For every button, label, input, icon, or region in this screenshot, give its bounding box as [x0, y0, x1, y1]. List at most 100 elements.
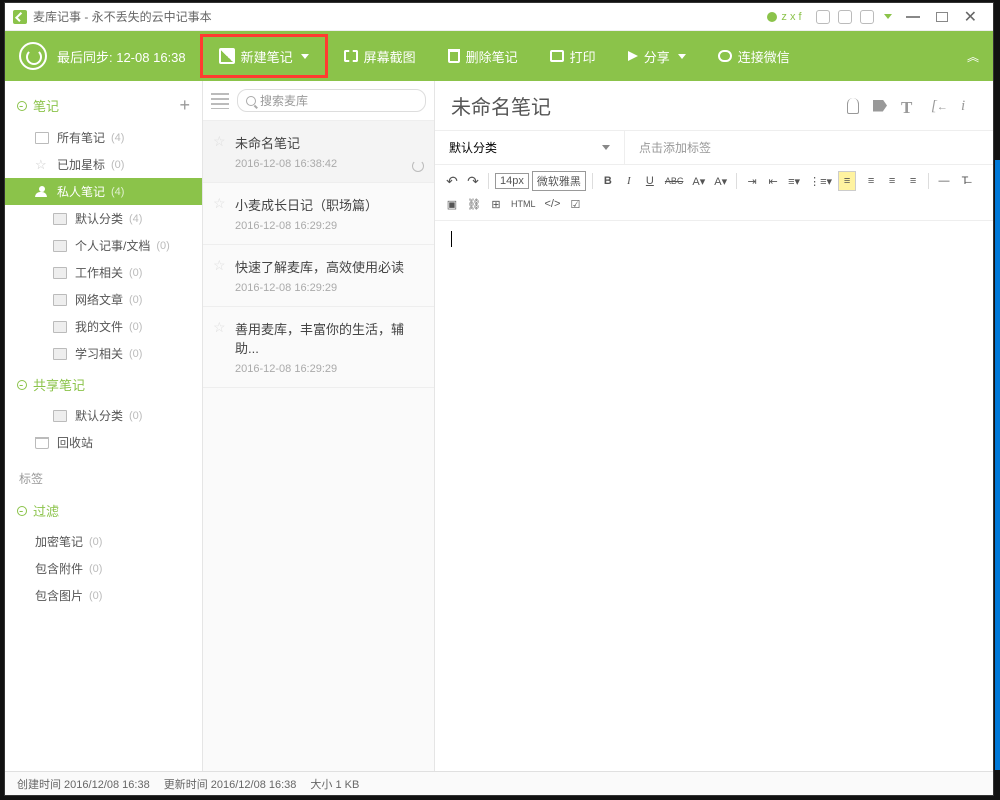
folder-icon [53, 240, 67, 252]
font-size-select[interactable]: 14px [495, 173, 529, 189]
image-button[interactable]: ▣ [443, 194, 461, 214]
code-button[interactable]: </> [541, 194, 563, 214]
sidebar-filter[interactable]: 包含附件(0) [5, 555, 202, 582]
align-right-button[interactable]: ≡ [904, 171, 922, 191]
checkbox-button[interactable]: ☑ [566, 194, 584, 214]
italic-button[interactable]: I [620, 171, 638, 191]
unordered-list-button[interactable]: ⋮≡▾ [806, 171, 835, 191]
delete-note-button[interactable]: 删除笔记 [432, 31, 534, 81]
sidebar-folder[interactable]: 我的文件(0) [5, 313, 202, 340]
refresh-icon[interactable] [412, 160, 424, 172]
underline-button[interactable]: U [641, 171, 659, 191]
sidebar-recycle[interactable]: 回收站 [5, 429, 202, 456]
chevron-down-icon[interactable] [678, 54, 686, 59]
close-button[interactable]: ✕ [964, 7, 977, 27]
note-list-item[interactable]: ☆善用麦库，丰富你的生活，辅助...2016-12-08 16:29:29 [203, 307, 434, 388]
lock-icon[interactable] [816, 10, 830, 24]
category-select[interactable]: 默认分类 [435, 131, 625, 164]
text-format-icon[interactable]: T [901, 98, 917, 114]
sidebar-private-notes[interactable]: 私人笔记 (4) [5, 178, 202, 205]
font-family-select[interactable]: 微软雅黑 [532, 171, 586, 191]
editor-body[interactable] [435, 221, 993, 771]
import-icon[interactable] [931, 98, 947, 114]
note-list-item[interactable]: ☆快速了解麦库，高效使用必读2016-12-08 16:29:29 [203, 245, 434, 307]
sidebar-folder[interactable]: 网络文章(0) [5, 286, 202, 313]
share-label: 分享 [644, 47, 670, 66]
note-item-title: 小麦成长日记（职场篇） [235, 195, 420, 214]
shared-group[interactable]: 共享笔记 [5, 367, 202, 402]
user-icon [767, 12, 777, 22]
sidebar-folder[interactable]: 默认分类(4) [5, 205, 202, 232]
highlight-button[interactable]: ≡ [838, 171, 856, 191]
sync-status[interactable]: 最后同步: 12-08 16:38 [5, 42, 200, 70]
folder-icon [53, 294, 67, 306]
screenshot-button[interactable]: 屏幕截图 [328, 31, 432, 81]
count: (0) [129, 410, 142, 422]
ordered-list-button[interactable]: ≡▾ [785, 171, 803, 191]
sidebar-all-notes[interactable]: 所有笔记 (4) [5, 124, 202, 151]
sidebar-shared-default[interactable]: 默认分类 (0) [5, 402, 202, 429]
star-icon[interactable]: ☆ [213, 133, 226, 150]
print-button[interactable]: 打印 [534, 31, 612, 81]
hr-button[interactable] [935, 171, 953, 191]
delete-label: 删除笔记 [466, 47, 518, 66]
align-center-button[interactable]: ≡ [883, 171, 901, 191]
indent-button[interactable]: ⇥ [743, 171, 761, 191]
note-list-item[interactable]: ☆小麦成长日记（职场篇）2016-12-08 16:29:29 [203, 183, 434, 245]
tag-input[interactable]: 点击添加标签 [625, 131, 725, 164]
search-placeholder: 搜索麦库 [260, 92, 308, 109]
sync-icon [19, 42, 47, 70]
count: (4) [111, 132, 124, 144]
table-button[interactable]: ⊞ [487, 194, 505, 214]
list-view-icon[interactable] [211, 93, 229, 109]
star-icon[interactable]: ☆ [213, 195, 226, 212]
chevron-down-icon[interactable] [301, 54, 309, 59]
collapse-toolbar-icon[interactable]: ︽ [967, 48, 979, 65]
collapse-icon[interactable] [17, 506, 27, 516]
notes-group[interactable]: 笔记 + [5, 87, 202, 124]
note-title[interactable]: 未命名笔记 [451, 91, 833, 120]
align-left-button[interactable]: ≡ [862, 171, 880, 191]
html-button[interactable]: HTML [508, 194, 539, 214]
sidebar-starred[interactable]: ☆ 已加星标 (0) [5, 151, 202, 178]
minimize-button[interactable] [906, 16, 920, 18]
strikethrough-button[interactable]: ABC [662, 171, 687, 191]
add-notebook-icon[interactable]: + [179, 95, 190, 116]
wechat-button[interactable]: 连接微信 [702, 31, 806, 81]
skin-icon[interactable] [838, 10, 852, 24]
sidebar-filter[interactable]: 包含图片(0) [5, 582, 202, 609]
font-color-button[interactable]: A▾ [689, 171, 708, 191]
tag-icon[interactable] [873, 100, 887, 112]
remove-format-button[interactable]: T̶ [956, 171, 974, 191]
search-input[interactable]: 搜索麦库 [237, 89, 426, 112]
redo-button[interactable] [464, 171, 482, 191]
bold-button[interactable]: B [599, 171, 617, 191]
folder-icon [53, 348, 67, 360]
note-list-item[interactable]: ☆未命名笔记2016-12-08 16:38:42 [203, 121, 434, 183]
sidebar-folder[interactable]: 工作相关(0) [5, 259, 202, 286]
undo-button[interactable] [443, 171, 461, 191]
sidebar-item-label: 工作相关 [75, 264, 123, 281]
collapse-icon[interactable] [17, 101, 27, 111]
wechat-icon [718, 50, 732, 62]
note-item-date: 2016-12-08 16:29:29 [235, 363, 420, 375]
info-icon[interactable]: i [961, 98, 977, 114]
attachment-icon[interactable] [847, 98, 859, 114]
link-button[interactable]: ⛓ [464, 194, 484, 214]
sidebar-folder[interactable]: 个人记事/文档(0) [5, 232, 202, 259]
share-button[interactable]: 分享 [612, 31, 702, 81]
maximize-button[interactable] [936, 12, 948, 22]
menu-dropdown-icon[interactable] [884, 14, 892, 19]
star-icon[interactable]: ☆ [213, 257, 226, 274]
username[interactable]: z x f [781, 11, 801, 23]
feedback-icon[interactable] [860, 10, 874, 24]
outdent-button[interactable]: ⇤ [764, 171, 782, 191]
sidebar-folder[interactable]: 学习相关(0) [5, 340, 202, 367]
sidebar-filter[interactable]: 加密笔记(0) [5, 528, 202, 555]
count: (0) [156, 240, 169, 252]
filter-group[interactable]: 过滤 [5, 493, 202, 528]
star-icon[interactable]: ☆ [213, 319, 226, 336]
collapse-icon[interactable] [17, 380, 27, 390]
new-note-button[interactable]: 新建笔记 [200, 34, 328, 78]
bg-color-button[interactable]: A▾ [711, 171, 730, 191]
